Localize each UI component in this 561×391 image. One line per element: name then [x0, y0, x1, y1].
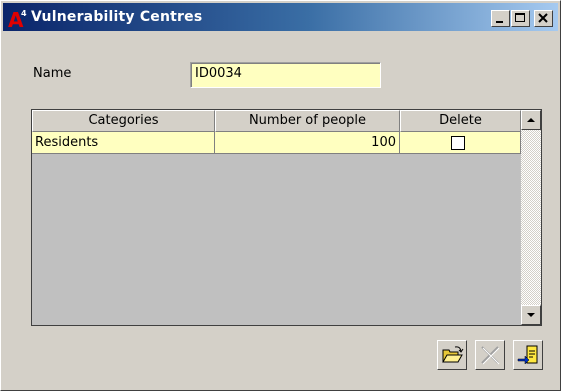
arrow-up-icon: [527, 118, 535, 122]
category-cell[interactable]: Residents: [32, 132, 215, 154]
maximize-icon: [515, 13, 525, 22]
open-folder-icon: [442, 346, 464, 363]
column-header-categories[interactable]: Categories: [32, 110, 215, 132]
close-button[interactable]: [534, 10, 553, 27]
delete-cell: [400, 132, 521, 154]
maximize-button[interactable]: [511, 10, 530, 27]
column-header-number-of-people[interactable]: Number of people: [215, 110, 400, 132]
scroll-track[interactable]: [521, 130, 541, 305]
exit-icon: [517, 345, 538, 365]
delete-button[interactable]: [475, 340, 505, 370]
app-logo-icon: A 4: [8, 8, 27, 28]
title-bar[interactable]: A 4 Vulnerability Centres: [3, 3, 558, 31]
table-row[interactable]: Residents 100: [32, 132, 521, 154]
minimize-button[interactable]: [491, 10, 510, 27]
window-title: Vulnerability Centres: [31, 9, 203, 25]
close-icon: [538, 13, 548, 23]
delete-x-icon: [481, 346, 500, 365]
minimize-icon: [496, 21, 503, 23]
column-header-delete[interactable]: Delete: [400, 110, 521, 132]
arrow-down-icon: [527, 313, 535, 317]
vertical-scrollbar[interactable]: [521, 110, 541, 325]
grid-header: Categories Number of people Delete: [32, 110, 521, 132]
name-label: Name: [33, 66, 72, 81]
vulnerability-centres-window: A 4 Vulnerability Centres Name ID0034 Ca…: [0, 0, 561, 391]
scroll-up-button[interactable]: [521, 110, 541, 130]
categories-grid: Categories Number of people Delete Resid…: [31, 109, 542, 326]
name-input[interactable]: ID0034: [190, 62, 381, 88]
exit-button[interactable]: [513, 340, 543, 370]
open-button[interactable]: [437, 340, 467, 370]
scroll-down-button[interactable]: [521, 305, 541, 325]
number-of-people-cell[interactable]: 100: [215, 132, 400, 154]
svg-text:4: 4: [21, 9, 27, 18]
delete-checkbox[interactable]: [451, 136, 465, 150]
